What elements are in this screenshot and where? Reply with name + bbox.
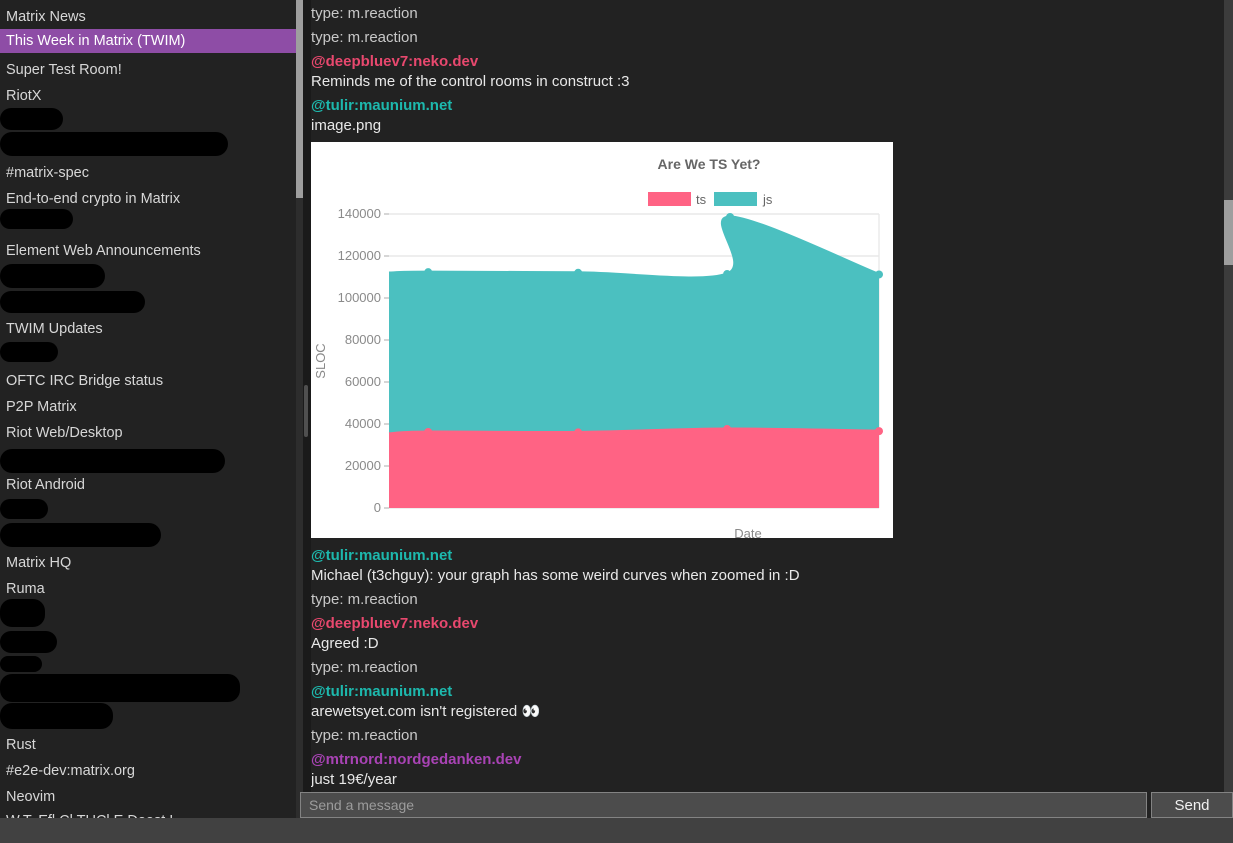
room-list-item-redacted[interactable] — [0, 631, 57, 653]
room-list-item[interactable]: OFTC IRC Bridge status — [0, 372, 163, 390]
event-type-line: type: m.reaction — [311, 6, 1224, 22]
chart-title: Are We TS Yet? — [658, 156, 761, 172]
y-tick-label: 60000 — [345, 374, 381, 389]
y-tick-label: 80000 — [345, 332, 381, 347]
y-axis-label: SLOC — [313, 343, 328, 378]
room-list-item-redacted[interactable] — [0, 499, 48, 519]
room-list-item[interactable]: End-to-end crypto in Matrix — [0, 190, 180, 208]
series-ts — [389, 425, 883, 508]
y-tick-label: 0 — [374, 500, 381, 515]
room-list-item-redacted[interactable] — [0, 599, 45, 627]
message-list-scrollbar-thumb[interactable] — [304, 385, 308, 437]
room-list-item-redacted[interactable] — [0, 209, 73, 229]
message-sender[interactable]: @tulir:maunium.net — [311, 98, 1224, 114]
room-list-item[interactable]: #matrix-spec — [0, 164, 89, 182]
message-sender[interactable]: @deepbluev7:neko.dev — [311, 616, 1224, 632]
chart-image[interactable]: 0 20000 40000 60000 80000 100000 120000 140000 A… — [311, 142, 893, 538]
message-sender[interactable]: @tulir:maunium.net — [311, 684, 1224, 700]
room-list-item[interactable]: This Week in Matrix (TWIM) — [0, 29, 296, 53]
composer: Send — [300, 792, 1233, 818]
legend-label-ts[interactable]: ts — [696, 192, 707, 207]
window-scrollbar[interactable] — [1224, 0, 1233, 792]
room-list-item[interactable]: TWIM Updates — [0, 320, 103, 338]
room-list-item[interactable]: Element Web Announcements — [0, 242, 201, 260]
message-sender[interactable]: @tulir:maunium.net — [311, 548, 1224, 564]
room-list-item-redacted[interactable] — [0, 703, 113, 729]
room-list-item-redacted[interactable] — [0, 108, 63, 130]
room-list-item-redacted[interactable] — [0, 291, 145, 313]
y-tick-label: 20000 — [345, 458, 381, 473]
message-text: Michael (t3chguy): your graph has some w… — [311, 568, 1224, 584]
x-axis-label: Date — [734, 526, 761, 538]
room-list-item-redacted[interactable] — [0, 342, 58, 362]
room-list-item-redacted[interactable] — [0, 132, 228, 156]
message-list-scrollbar[interactable] — [303, 0, 311, 792]
event-type-line: type: m.reaction — [311, 728, 1224, 744]
y-tick-label: 40000 — [345, 416, 381, 431]
legend-swatch-ts[interactable] — [648, 192, 691, 206]
sloc-area-chart: 0 20000 40000 60000 80000 100000 120000 140000 A… — [311, 142, 893, 538]
attachment-filename[interactable]: image.png — [311, 118, 1224, 134]
event-type-line: type: m.reaction — [311, 592, 1224, 608]
message-text: arewetsyet.com isn't registered 👀 — [311, 704, 1224, 720]
message-sender[interactable]: @deepbluev7:neko.dev — [311, 54, 1224, 70]
room-list-item[interactable]: Super Test Room! — [0, 61, 122, 79]
message-list: type: m.reaction type: m.reaction @deepblu… — [311, 0, 1224, 792]
room-list-item[interactable]: Neovim — [0, 788, 55, 806]
y-tick-label: 100000 — [338, 290, 381, 305]
legend-label-js[interactable]: js — [762, 192, 773, 207]
sidebar-scrollbar-thumb[interactable] — [296, 0, 303, 198]
event-type-line: type: m.reaction — [311, 660, 1224, 676]
bottom-bar — [0, 818, 1233, 843]
room-list-item[interactable]: Matrix News — [0, 8, 86, 26]
room-list-item-redacted[interactable] — [0, 656, 42, 672]
message-text: Agreed :D — [311, 636, 1224, 652]
send-button[interactable]: Send — [1151, 792, 1233, 818]
room-list-item[interactable]: Riot Web/Desktop — [0, 424, 123, 442]
message-input[interactable] — [300, 792, 1147, 818]
legend-swatch-js[interactable] — [714, 192, 757, 206]
room-list-item[interactable]: Rust — [0, 736, 36, 754]
y-tick-label: 140000 — [338, 206, 381, 221]
room-list-item[interactable]: RiotX — [0, 87, 41, 105]
room-list-item-redacted[interactable] — [0, 449, 225, 473]
message-text: just 19€/year — [311, 772, 1224, 788]
room-list-item-redacted[interactable] — [0, 674, 240, 702]
room-list-item[interactable]: Ruma — [0, 580, 45, 598]
room-list-item[interactable]: #e2e-dev:matrix.org — [0, 762, 135, 780]
room-list-item[interactable]: Matrix HQ — [0, 554, 71, 572]
chart-legend[interactable]: ts js — [648, 192, 773, 207]
message-sender[interactable]: @mtrnord:nordgedanken.dev — [311, 752, 1224, 768]
room-list-item-redacted[interactable] — [0, 264, 105, 288]
event-type-line: type: m.reaction — [311, 30, 1224, 46]
message-text: Reminds me of the control rooms in const… — [311, 74, 1224, 90]
sidebar-scrollbar[interactable] — [296, 0, 303, 818]
room-list-item-redacted[interactable] — [0, 523, 161, 547]
room-list-item[interactable]: Riot Android — [0, 476, 85, 494]
room-list-sidebar: Matrix News This Week in Matrix (TWIM) Sup… — [0, 0, 296, 818]
y-tick-label: 120000 — [338, 248, 381, 263]
room-list-item[interactable]: P2P Matrix — [0, 398, 77, 416]
window-scrollbar-thumb[interactable] — [1224, 200, 1233, 265]
